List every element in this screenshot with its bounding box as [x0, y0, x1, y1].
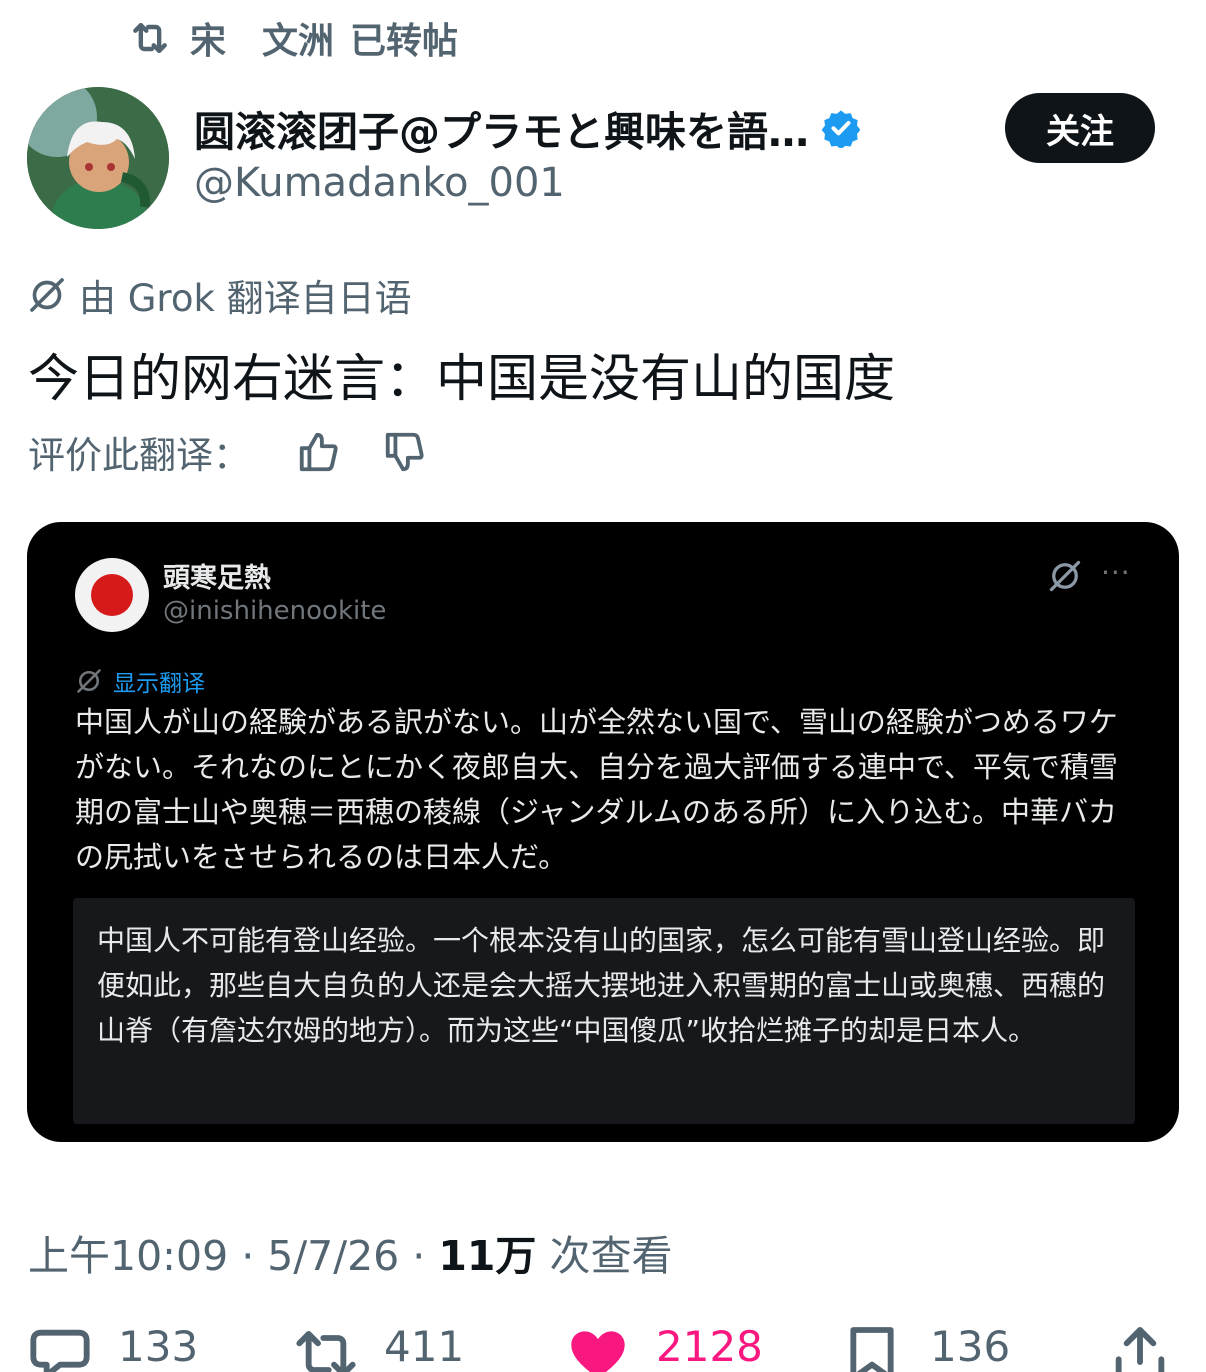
- grok-icon: [30, 278, 64, 312]
- meta-separator: ·: [412, 1232, 439, 1280]
- repost-icon: [133, 22, 167, 54]
- avatar-illustration: [27, 87, 169, 229]
- quoted-author-handle: @inishihenookite: [163, 596, 387, 626]
- like-button[interactable]: 2128: [566, 1322, 763, 1372]
- grok-translation-note: 由 Grok 翻译自日语: [27, 268, 412, 322]
- reposter-name[interactable]: 宋 文洲: [190, 12, 334, 64]
- action-bar: 133 411 2128 136: [0, 1322, 1206, 1372]
- like-count: 2128: [656, 1322, 763, 1371]
- tweet-meta: 上午10:09 · 5/7/26 · 11万 次查看: [28, 1222, 672, 1282]
- thumbs-up-icon[interactable]: [296, 429, 342, 475]
- quoted-avatar: [75, 558, 149, 632]
- thumbs-down-icon[interactable]: [382, 429, 428, 475]
- bookmark-button[interactable]: 136: [840, 1322, 1010, 1372]
- more-options-icon: ···: [1101, 556, 1131, 589]
- author-name-row[interactable]: 圆滚滚团子@プラモと興味を語…: [194, 98, 861, 158]
- repost-count: 411: [384, 1322, 465, 1371]
- translate-icon: [77, 669, 101, 693]
- tweet-time[interactable]: 上午10:09: [28, 1232, 228, 1280]
- views-count: 11万: [438, 1232, 537, 1280]
- quoted-translation-box: 中国人不可能有登山经验。一个根本没有山的国家，怎么可能有雪山登山经验。即便如此，…: [73, 898, 1135, 1124]
- show-translation-link: 显示翻译: [75, 664, 205, 698]
- quoted-tweet-image[interactable]: 頭寒足熱 @inishihenookite ··· 显示翻译 中国人が山の経験が…: [27, 522, 1179, 1142]
- quoted-translated-text: 中国人不可能有登山经验。一个根本没有山的国家，怎么可能有雪山登山经验。即便如此，…: [97, 924, 1106, 1047]
- author-display-name[interactable]: 圆滚滚团子@プラモと興味を語…: [194, 98, 809, 158]
- share-icon: [1115, 1327, 1165, 1372]
- quoted-original-text: 中国人が山の経験がある訳がない。山が全然ない国で、雪山の経験がつめるワケがない。…: [75, 705, 1118, 874]
- share-button[interactable]: [1108, 1322, 1198, 1372]
- grok-note-text: 由 Grok 翻译自日语: [79, 277, 412, 320]
- reply-count: 133: [118, 1322, 199, 1371]
- author-handle[interactable]: @Kumadanko_001: [194, 160, 565, 206]
- reply-button[interactable]: 133: [28, 1322, 198, 1372]
- tweet-text: 今日的网右迷言：中国是没有山的国度: [28, 350, 896, 409]
- rate-translation: 评价此翻译：: [28, 424, 428, 480]
- repost-label: 已转帖: [350, 21, 459, 62]
- author-avatar[interactable]: [27, 87, 169, 229]
- rate-label: 评价此翻译：: [28, 434, 250, 477]
- bookmark-icon: [850, 1327, 894, 1372]
- verified-badge-icon: [821, 110, 861, 148]
- follow-button[interactable]: 关注: [1005, 93, 1155, 163]
- grok-icon: [1049, 560, 1081, 592]
- show-translation-label: 显示翻译: [113, 671, 205, 697]
- heart-icon: [571, 1331, 625, 1372]
- bookmark-count: 136: [930, 1322, 1011, 1371]
- reply-icon: [30, 1329, 90, 1372]
- repost-header[interactable]: 宋 文洲 已转帖: [128, 14, 458, 62]
- meta-separator: ·: [241, 1232, 268, 1280]
- quoted-author-name: 頭寒足熱: [163, 563, 271, 594]
- repost-icon: [296, 1331, 356, 1372]
- repost-button[interactable]: 411: [294, 1322, 464, 1372]
- tweet-date[interactable]: 5/7/26: [267, 1232, 399, 1280]
- views-label: 次查看: [549, 1232, 673, 1280]
